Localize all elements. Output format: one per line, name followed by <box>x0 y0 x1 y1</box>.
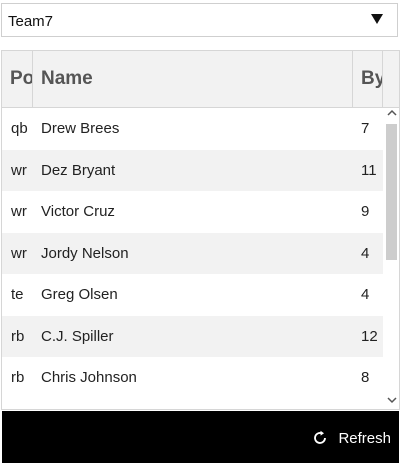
team-dropdown-value: Team7 <box>8 13 54 30</box>
cell-name: Victor Cruz <box>41 203 115 220</box>
scroll-down-icon[interactable] <box>384 395 399 409</box>
cell-bye: 8 <box>361 369 370 386</box>
cell-position: rb <box>11 327 25 345</box>
cell-name: Drew Brees <box>41 120 120 137</box>
cell-position: te <box>11 286 24 303</box>
cell-name: Greg Olsen <box>41 286 118 303</box>
cell-bye: 9 <box>361 203 370 220</box>
column-header-name[interactable]: Name <box>33 51 353 107</box>
refresh-label: Refresh <box>338 429 391 447</box>
roster-grid: Po Name By qb Drew Brees 7 wr Dez Bryant… <box>1 50 400 410</box>
cell-name: C.J. Spiller <box>41 327 114 345</box>
scrollbar-thumb[interactable] <box>386 124 397 260</box>
column-header-filler <box>383 51 399 107</box>
table-row[interactable]: rb Chris Johnson 8 <box>2 357 383 399</box>
cell-bye: 7 <box>361 120 370 137</box>
dropdown-arrow-icon[interactable] <box>371 14 383 24</box>
table-row[interactable]: qb Drew Brees 7 <box>2 108 383 150</box>
cell-position: qb <box>11 120 28 137</box>
table-row[interactable]: wr Dez Bryant 11 <box>2 149 383 191</box>
app-root: Team7 Po Name By qb Drew Brees 7 wr Dez … <box>0 0 401 465</box>
cell-name: Jordy Nelson <box>41 244 129 262</box>
cell-bye: 4 <box>361 244 370 262</box>
cell-bye: 11 <box>361 161 377 179</box>
table-row[interactable]: te Greg Olsen 4 <box>2 274 383 316</box>
refresh-button[interactable]: Refresh <box>312 427 391 449</box>
cell-bye: 12 <box>361 327 378 345</box>
vertical-scrollbar[interactable] <box>384 108 399 409</box>
cell-position: wr <box>11 244 27 262</box>
table-row[interactable]: wr Jordy Nelson 4 <box>2 232 383 274</box>
grid-body: qb Drew Brees 7 wr Dez Bryant 11 wr Vict… <box>2 108 383 399</box>
refresh-icon <box>312 430 328 446</box>
table-row[interactable]: wr Victor Cruz 9 <box>2 191 383 233</box>
scroll-up-icon[interactable] <box>384 108 399 122</box>
team-dropdown[interactable]: Team7 <box>1 3 398 37</box>
cell-name: Dez Bryant <box>41 161 116 179</box>
cell-bye: 4 <box>361 286 370 303</box>
cell-position: wr <box>11 203 27 220</box>
grid-header: Po Name By <box>2 51 399 108</box>
cell-name: Chris Johnson <box>41 369 137 386</box>
footer-bar: Refresh <box>2 411 399 463</box>
table-row[interactable]: rb C.J. Spiller 12 <box>2 315 383 357</box>
column-header-bye[interactable]: By <box>353 51 383 107</box>
column-header-position[interactable]: Po <box>2 51 33 107</box>
cell-position: rb <box>11 369 25 386</box>
cell-position: wr <box>11 161 27 179</box>
